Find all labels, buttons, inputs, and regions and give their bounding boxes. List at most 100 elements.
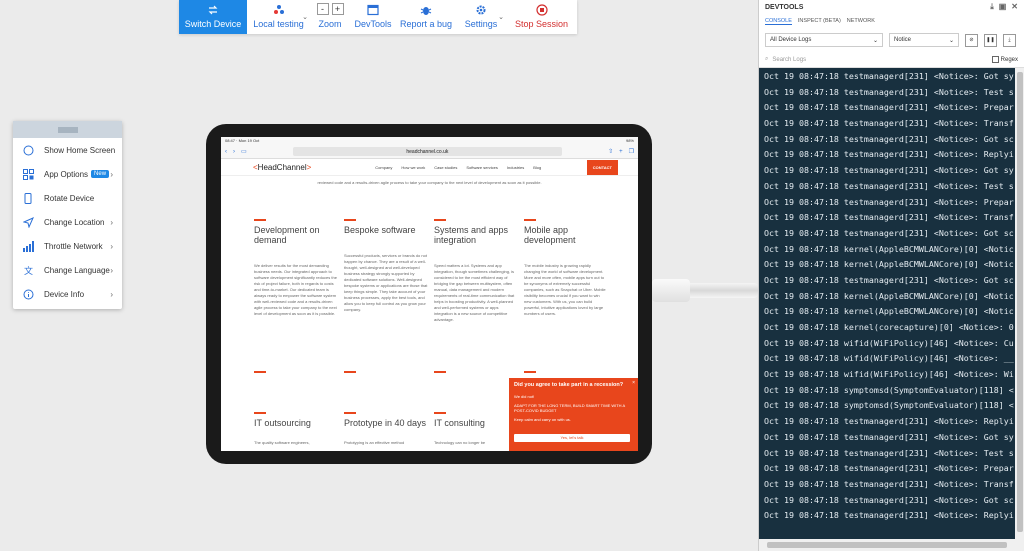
switch-arrows-icon (208, 5, 218, 15)
search-logs-input[interactable]: Search Logs (772, 57, 806, 63)
log-line: Oct 19 08:47:18 kernel(AppleBCMWLANCore)… (764, 306, 1014, 317)
menu-item-throttle-network[interactable]: Throttle Network › (13, 234, 122, 258)
regex-checkbox[interactable]: Regex (991, 56, 1018, 63)
log-line: Oct 19 08:47:18 testmanagerd[231] <Notic… (764, 149, 1014, 160)
console-output[interactable]: Oct 19 08:47:18 testmanagerd[231] <Notic… (759, 68, 1015, 539)
service-card[interactable]: Bespoke software Successful products, ser… (344, 219, 434, 385)
zoom-out-button[interactable]: - (316, 3, 329, 15)
site-navigation: <HeadChannel> Company How we work Case s… (221, 159, 638, 176)
menu-item-show-home-screen[interactable]: Show Home Screen (13, 138, 122, 162)
report-bug-button[interactable]: Report a bug (396, 0, 456, 34)
device-screen[interactable]: 08:47 · Mon 19 Oct 98% ‹ › ▭ headchannel… (221, 137, 638, 451)
ios-status-bar: 08:47 · Mon 19 Oct 98% (221, 137, 638, 145)
pause-button[interactable]: ❚❚ (984, 33, 997, 47)
drag-handle-icon (57, 127, 78, 132)
service-card[interactable]: Development on demand We deliver results … (254, 219, 344, 385)
services-grid-2: IT outsourcing The quality software engin… (254, 412, 524, 445)
log-line: Oct 19 08:47:18 testmanagerd[231] <Notic… (764, 227, 1014, 238)
log-line: Oct 19 08:47:18 testmanagerd[231] <Notic… (764, 196, 1014, 207)
maximize-icon[interactable]: ▣ (999, 2, 1007, 12)
settings-button[interactable]: Settings ⌄ (456, 0, 506, 34)
log-line: Oct 19 08:47:18 testmanagerd[231] <Notic… (764, 102, 1014, 113)
close-icon[interactable]: ✕ (1011, 2, 1018, 12)
translate-icon: 文 (23, 265, 33, 276)
device-options-menu: Show Home Screen App Options New › Rotat… (13, 121, 122, 309)
rotate-icon (22, 192, 35, 205)
nav-industries[interactable]: Industries (507, 165, 524, 170)
tab-inspect[interactable]: INSPECT (BETA) (798, 18, 841, 24)
chevron-down-icon: ⌄ (948, 37, 954, 44)
log-line: Oct 19 08:47:18 testmanagerd[231] <Notic… (764, 463, 1014, 474)
nav-company[interactable]: Company (375, 165, 392, 170)
log-line: Oct 19 08:47:18 wifid(WiFiPolicy)[46] <N… (764, 337, 1014, 348)
menu-item-change-location[interactable]: Change Location › (13, 210, 122, 234)
chevron-right-icon: › (110, 217, 113, 227)
nav-blog[interactable]: Blog (533, 165, 541, 170)
log-line: Oct 19 08:47:18 kernel(AppleBCMWLANCore)… (764, 259, 1014, 270)
contact-button[interactable]: CONTACT (586, 159, 618, 175)
service-card[interactable]: Prototype in 40 days Prototyping is an ef… (344, 412, 434, 445)
log-line: Oct 19 08:47:18 testmanagerd[231] <Notic… (764, 478, 1014, 489)
back-icon[interactable]: ‹ (225, 149, 227, 155)
apps-icon (22, 168, 35, 181)
book-icon[interactable]: ▭ (241, 148, 247, 155)
nav-how-we-work[interactable]: How we work (401, 165, 425, 170)
window-icon (367, 4, 379, 16)
tab-console[interactable]: CONSOLE (765, 18, 792, 25)
nav-case-studies[interactable]: Case studies (434, 165, 457, 170)
service-card[interactable]: Systems and apps integration Speed matter… (434, 219, 524, 385)
log-level-select[interactable]: Notice ⌄ (889, 33, 959, 47)
gear-icon (476, 5, 486, 15)
stop-session-button[interactable]: Stop Session (506, 0, 577, 34)
home-circle-icon (22, 144, 35, 157)
usb-plug (652, 279, 690, 302)
log-line: Oct 19 08:47:18 symptomsd(SymptomEvaluat… (764, 384, 1014, 395)
drag-handle[interactable] (13, 121, 122, 138)
menu-item-device-info[interactable]: Device Info › (13, 282, 122, 306)
chevron-right-icon: › (110, 169, 113, 179)
site-logo[interactable]: <HeadChannel> (253, 163, 311, 172)
log-line: Oct 19 08:47:18 testmanagerd[231] <Notic… (764, 86, 1014, 97)
tab-network[interactable]: NETWORK (847, 18, 875, 24)
log-line: Oct 19 08:47:18 testmanagerd[231] <Notic… (764, 416, 1014, 427)
close-icon[interactable]: × (632, 380, 635, 386)
vertical-scrollbar[interactable] (1015, 68, 1024, 539)
log-line: Oct 19 08:47:18 testmanagerd[231] <Notic… (764, 212, 1014, 223)
chevron-down-icon: ⌄ (872, 37, 878, 44)
log-line: Oct 19 08:47:18 testmanagerd[231] <Notic… (764, 447, 1014, 458)
local-testing-button[interactable]: Local testing ⌄ (247, 0, 310, 34)
download-icon[interactable]: ⤓ (990, 2, 994, 12)
log-line: Oct 19 08:47:18 testmanagerd[231] <Notic… (764, 165, 1014, 176)
switch-device-button[interactable]: Switch Device (179, 0, 247, 34)
horizontal-scrollbar[interactable] (759, 539, 1024, 551)
service-card[interactable]: IT outsourcing The quality software engin… (254, 412, 344, 445)
log-line: Oct 19 08:47:18 testmanagerd[231] <Notic… (764, 274, 1014, 285)
menu-item-rotate-device[interactable]: Rotate Device (13, 186, 122, 210)
bug-icon (420, 7, 432, 15)
chevron-right-icon: › (110, 241, 113, 251)
devtools-title: DEVTOOLS (765, 3, 804, 11)
nav-software-services[interactable]: Software services (466, 165, 498, 170)
location-arrow-icon (22, 216, 35, 229)
zoom-in-button[interactable]: + (331, 3, 344, 15)
menu-item-app-options[interactable]: App Options New › (13, 162, 122, 186)
log-line: Oct 19 08:47:18 wifid(WiFiPolicy)[46] <N… (764, 369, 1014, 380)
devtools-button[interactable]: DevTools (350, 0, 396, 34)
address-bar[interactable]: headchannel.co.uk (292, 147, 563, 156)
service-card[interactable]: Mobile app development The mobile industr… (524, 219, 614, 385)
tabs-icon[interactable]: ❐ (629, 148, 634, 155)
forward-icon[interactable]: › (233, 149, 235, 155)
chevron-down-icon: ⌄ (302, 14, 308, 21)
clear-logs-button[interactable]: ⊘ (965, 33, 978, 47)
menu-item-change-language[interactable]: 文 Change Language › (13, 258, 122, 282)
log-line: Oct 19 08:47:18 kernel(AppleBCMWLANCore)… (764, 290, 1014, 301)
chevron-right-icon: › (110, 265, 113, 275)
new-tab-icon[interactable]: + (619, 149, 623, 155)
download-logs-button[interactable]: ⤓ (1003, 33, 1016, 47)
search-icon: ⌕ (765, 56, 769, 62)
lets-talk-button[interactable]: Yes, let's talk (514, 434, 630, 442)
log-source-select[interactable]: All Device Logs ⌄ (765, 33, 883, 47)
share-icon[interactable]: ⇧ (608, 148, 613, 155)
session-toolbar: Switch Device Local testing ⌄ - + Zoom D… (179, 0, 577, 34)
signal-bars-icon (22, 240, 35, 253)
